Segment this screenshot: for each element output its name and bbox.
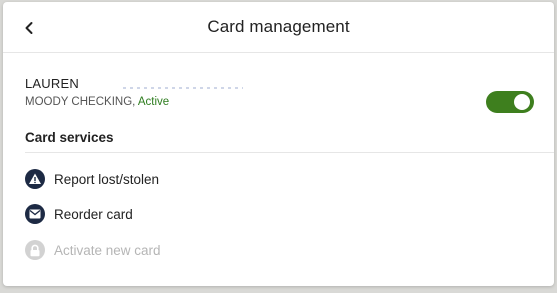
activate-new-card-button: Activate new card bbox=[25, 238, 161, 262]
account-name: MOODY CHECKING, bbox=[25, 96, 138, 108]
account-line: MOODY CHECKING, Active bbox=[25, 96, 243, 108]
envelope-icon bbox=[25, 204, 45, 224]
page-title: Card management bbox=[207, 17, 350, 36]
account-owner-row: LAUREN bbox=[25, 76, 243, 93]
card-management-panel: Card management LAUREN MOODY CHECKING, A… bbox=[3, 2, 554, 286]
warning-icon bbox=[25, 169, 45, 189]
report-lost-stolen-label: Report lost/stolen bbox=[54, 171, 160, 187]
reorder-card-button[interactable]: Reorder card bbox=[25, 202, 133, 226]
report-lost-stolen-button[interactable]: Report lost/stolen bbox=[25, 167, 159, 191]
account-status: Active bbox=[137, 96, 170, 108]
section-divider bbox=[25, 152, 554, 153]
account-owner-name: LAUREN bbox=[25, 76, 79, 91]
lock-icon bbox=[25, 240, 45, 260]
card-services-title: Card services bbox=[25, 130, 114, 145]
redacted-name bbox=[122, 87, 243, 89]
activate-new-card-label: Activate new card bbox=[54, 242, 161, 258]
header: Card management bbox=[3, 2, 554, 53]
account-info: LAUREN MOODY CHECKING, Active bbox=[25, 76, 243, 108]
reorder-card-label: Reorder card bbox=[54, 206, 133, 222]
card-active-toggle[interactable] bbox=[486, 91, 534, 113]
toggle-knob bbox=[514, 94, 530, 110]
